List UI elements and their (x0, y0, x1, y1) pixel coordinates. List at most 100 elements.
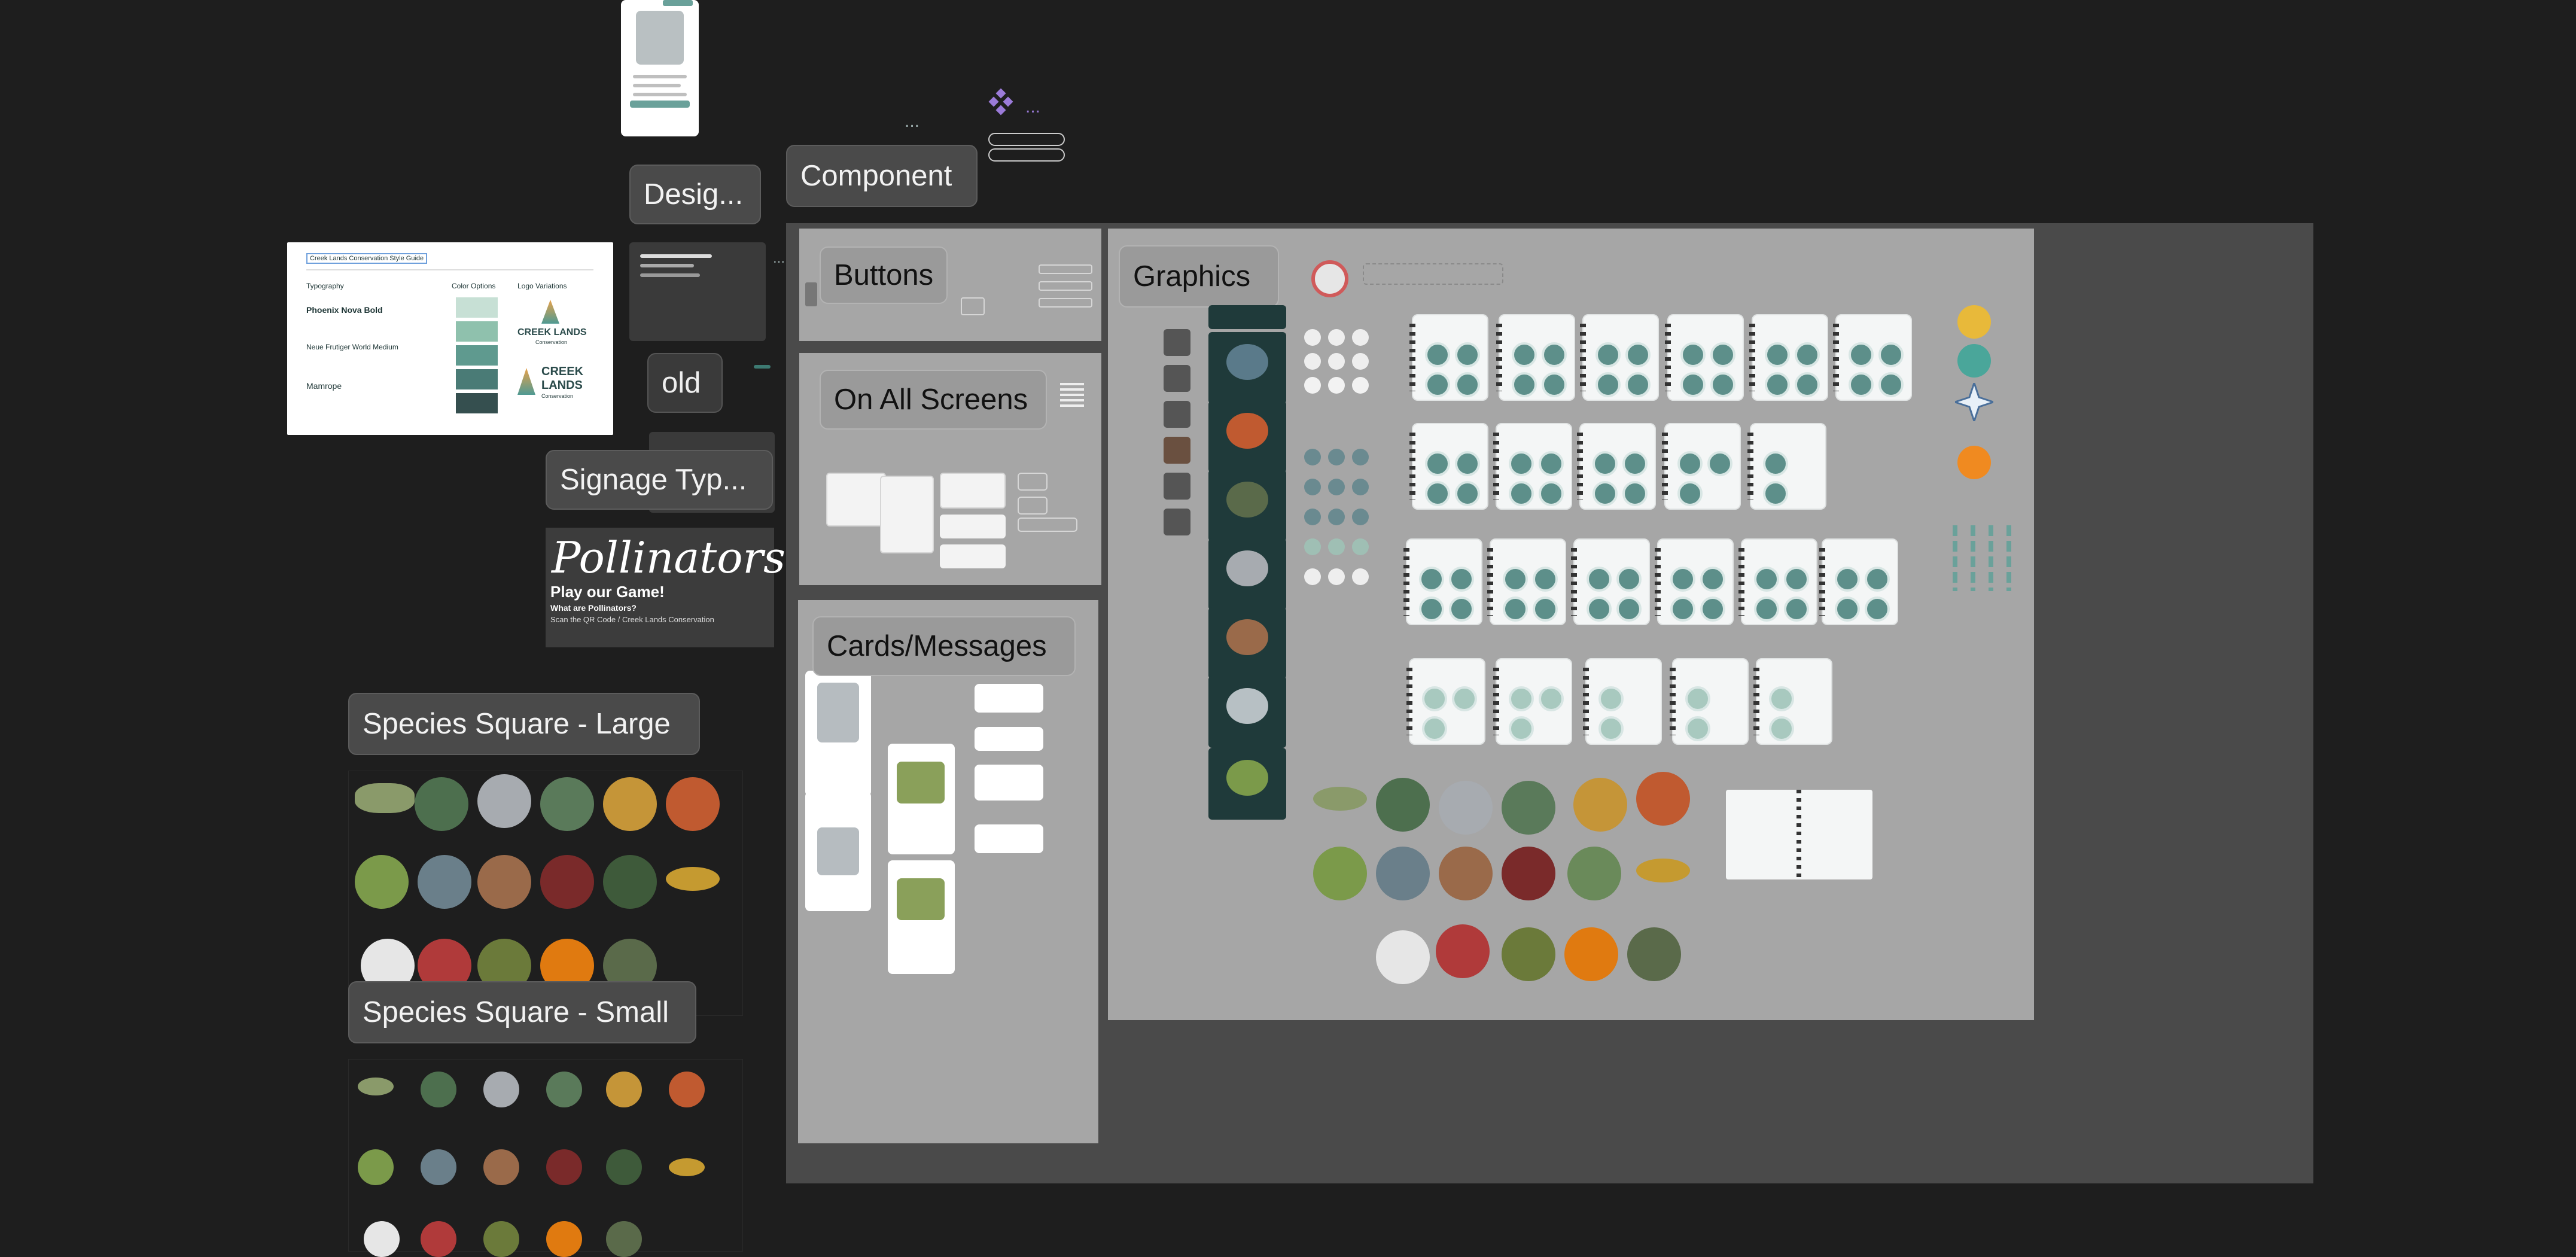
more-options-icon[interactable]: ... (773, 250, 785, 267)
badge-icon (1328, 568, 1345, 585)
notebook-tile (1580, 314, 1659, 401)
insect-card (1208, 332, 1286, 404)
component-diamond-icon[interactable] (987, 88, 1015, 116)
duck-image (1376, 778, 1430, 832)
connector-line (754, 365, 771, 369)
progress-markers (1949, 513, 2021, 597)
insect-card (1208, 676, 1286, 748)
open-notebook (1726, 790, 1872, 879)
message-card (975, 684, 1043, 713)
cattail-image (606, 1221, 642, 1257)
moth-image (1439, 847, 1493, 900)
fish2-image (666, 867, 720, 891)
logo-text: LANDS (541, 379, 583, 392)
pollinators-title: Pollinators (552, 532, 785, 583)
section-label-species-small[interactable]: Species Square - Small (348, 981, 696, 1043)
grass-thumb (1164, 329, 1190, 356)
insect-card (1208, 401, 1286, 473)
badge-icon (1328, 329, 1345, 346)
heron-image (477, 774, 531, 828)
more-options-icon[interactable]: ... (1025, 97, 1040, 117)
frog-image (358, 1149, 394, 1185)
screen-mock (1018, 473, 1048, 491)
badge-icon (1352, 377, 1369, 394)
card-text-line (633, 75, 687, 78)
section-label-graphics[interactable]: Graphics (1119, 245, 1279, 308)
grass-thumb (1164, 437, 1190, 464)
section-label-species-large[interactable]: Species Square - Large (348, 693, 700, 755)
notebook-tile (1747, 423, 1826, 510)
message-card (975, 765, 1043, 801)
badge-icon (1328, 479, 1345, 495)
component-pill-row[interactable] (988, 133, 1065, 146)
notebook-tile (1496, 314, 1575, 401)
frog-image (897, 762, 945, 803)
insect-card (1208, 607, 1286, 679)
font-sample-2: Neue Frutiger World Medium (306, 343, 398, 351)
section-label-text: Species Square - Small (363, 996, 669, 1028)
kingfisher-image (1376, 847, 1430, 900)
section-label-text: Signage Typ... (560, 464, 747, 496)
marker-bar (1953, 525, 1957, 591)
design-frame-dark[interactable] (629, 242, 766, 341)
badge-icon (1304, 377, 1321, 394)
fish-image (1313, 787, 1367, 811)
notebook-tile (1487, 538, 1566, 625)
section-label-old[interactable]: old (647, 353, 723, 413)
section-label-text: On All Screens (834, 384, 1028, 416)
badge-icon (1304, 449, 1321, 465)
great-blue-heron-card[interactable] (621, 0, 699, 136)
badge-icon (1328, 353, 1345, 370)
pollinators-play: Play our Game! (550, 583, 665, 601)
species-card (805, 792, 871, 911)
creek-lands-logo-2-icon (517, 368, 535, 395)
divider (306, 269, 593, 270)
species-card (805, 671, 871, 796)
cattail-image (1627, 927, 1681, 981)
section-label-signage[interactable]: Signage Typ... (546, 450, 773, 510)
color-swatch (456, 321, 498, 342)
style-guide-frame[interactable]: Creek Lands Conservation Style Guide Typ… (287, 242, 613, 435)
frog-image (355, 855, 409, 909)
grass-image (540, 777, 594, 831)
species-large-frame[interactable] (348, 771, 743, 1016)
message-card (975, 727, 1043, 751)
fish2-image (669, 1158, 705, 1176)
logo-text: CREEK LANDS (517, 327, 587, 337)
creek-lands-logo-icon (541, 300, 559, 324)
plant-image (603, 855, 657, 909)
section-label-text: Graphics (1133, 260, 1251, 293)
hummingbird-image (546, 1149, 582, 1185)
egret-image (364, 1221, 400, 1257)
dragonfly-image (421, 1221, 456, 1257)
font-sample-1: Phoenix Nova Bold (306, 305, 383, 315)
dragonfly-image (1226, 688, 1268, 724)
species-small-frame[interactable] (348, 1059, 743, 1257)
component-pill-row[interactable] (988, 148, 1065, 162)
section-label-on-all-screens[interactable]: On All Screens (820, 370, 1047, 430)
font-sample-3: Mamrope (306, 381, 342, 391)
color-swatch (456, 345, 498, 366)
heron-image (817, 827, 859, 875)
grass-thumb (1164, 473, 1190, 500)
more-options-icon[interactable]: ... (905, 111, 919, 132)
section-label-buttons[interactable]: Buttons (820, 246, 948, 304)
section-label-cards-messages[interactable]: Cards/Messages (812, 616, 1076, 676)
card-top-badges (663, 0, 693, 6)
tree-image (483, 1221, 519, 1257)
screen-mock (1018, 518, 1077, 532)
fish-image (355, 783, 415, 813)
moth-image (483, 1149, 519, 1185)
section-label-component[interactable]: Component (786, 145, 978, 207)
badge-icon (1352, 509, 1369, 525)
kingfisher-image (418, 855, 471, 909)
notebook-tile (1409, 314, 1488, 401)
screen-mock (880, 476, 934, 553)
badge-icon (1304, 509, 1321, 525)
frame-text-line (640, 273, 700, 277)
pollinators-sign-frame[interactable]: Pollinators Play our Game! What are Poll… (546, 528, 785, 647)
section-label-design[interactable]: Desig... (629, 165, 761, 224)
notebook-tile (1403, 538, 1482, 625)
egret-image (1376, 930, 1430, 984)
cards-messages-frame[interactable] (798, 600, 1098, 1143)
